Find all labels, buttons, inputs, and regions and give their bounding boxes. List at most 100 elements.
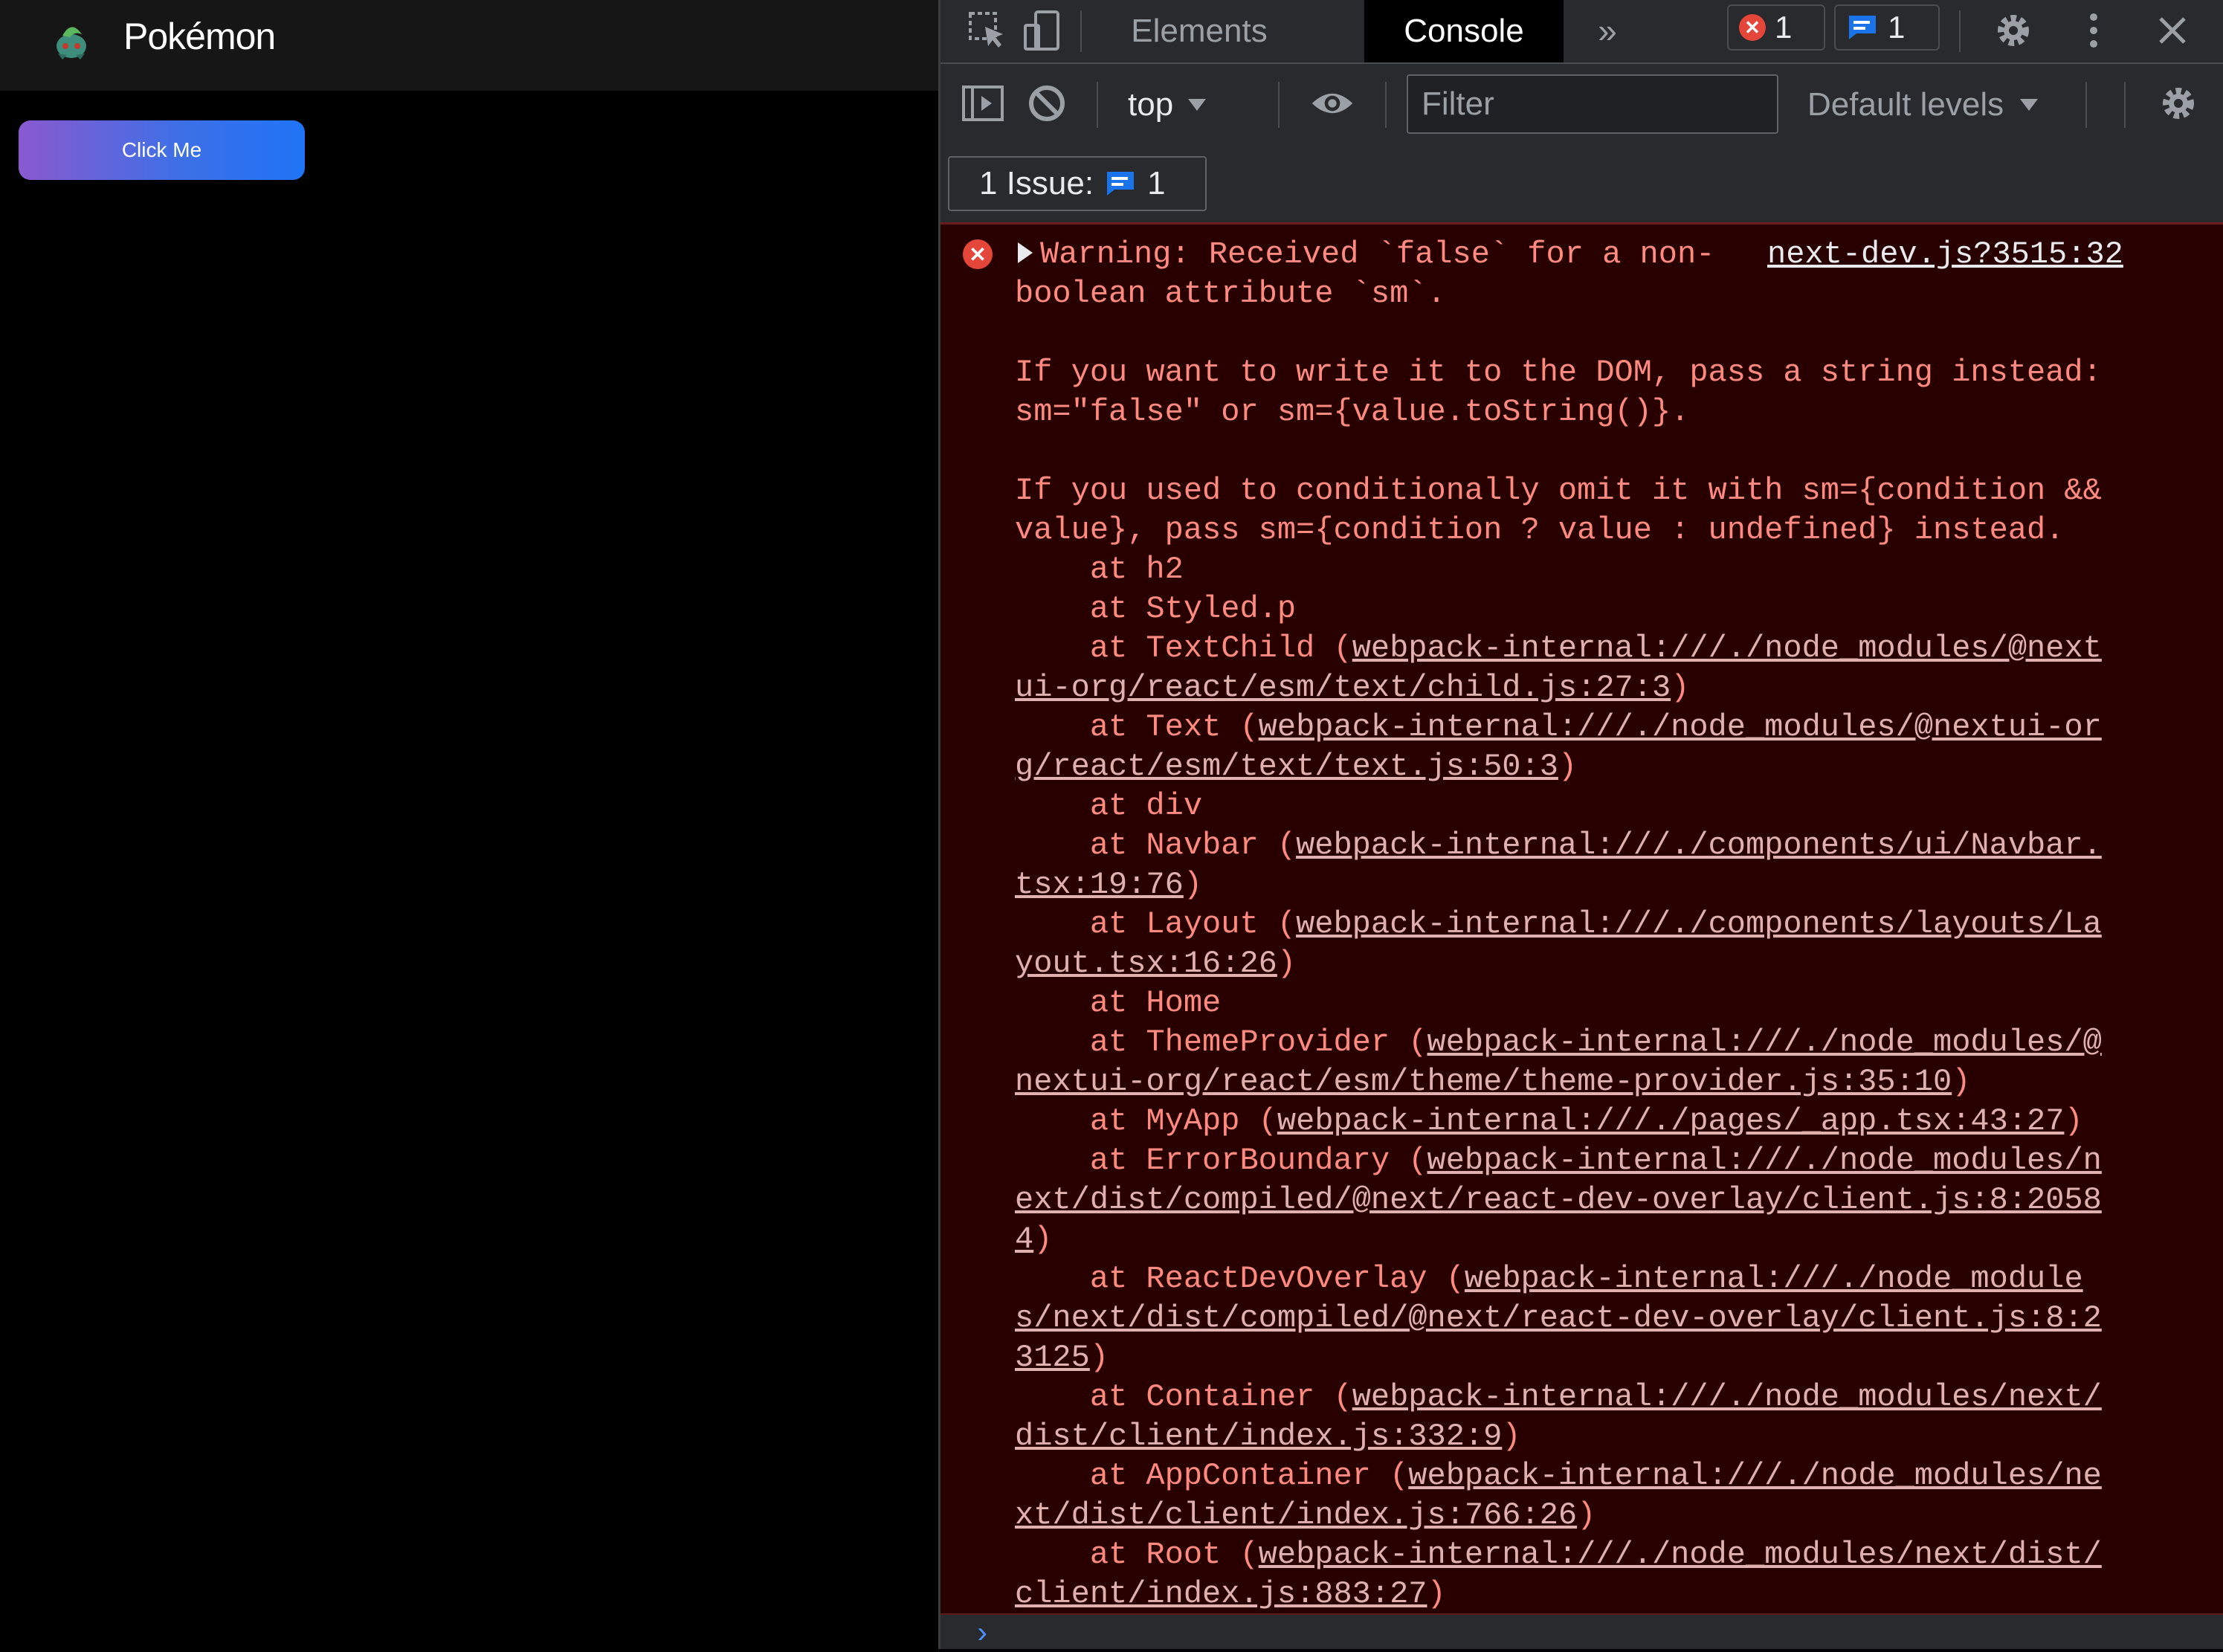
console-line: at h2 [1015, 550, 2190, 590]
toolbar-divider [1080, 10, 1082, 52]
message-count: 1 [1888, 10, 1906, 45]
brand-title[interactable]: Pokémon [123, 15, 276, 58]
console-text: at Text ( [1015, 709, 1259, 745]
issues-button[interactable]: 1 Issue: 1 [948, 156, 1207, 211]
console-line: ui-org/react/esm/text/child.js:27:3) [1015, 668, 2190, 708]
stack-trace-link[interactable]: nextui-org/react/esm/theme/theme-provide… [1015, 1064, 1952, 1100]
console-text: at div [1015, 788, 1203, 824]
console-text: at Container ( [1015, 1379, 1352, 1415]
stack-trace-link[interactable]: webpack-internal:///./node_modules/n [1427, 1143, 2102, 1178]
console-text: ) [1277, 946, 1297, 981]
console-line: 4) [1015, 1220, 2190, 1259]
error-count: 1 [1775, 10, 1793, 45]
console-text: at Styled.p [1015, 591, 1297, 627]
console-text: ) [1183, 867, 1203, 903]
stack-trace-link[interactable]: webpack-internal:///./node_modules/next/… [1259, 1537, 2102, 1572]
console-line: at Root (webpack-internal:///./node_modu… [1015, 1535, 2190, 1575]
stack-trace-link[interactable]: dist/client/index.js:332:9 [1015, 1419, 1502, 1454]
tab-console[interactable]: Console [1364, 0, 1564, 62]
device-toolbar-icon[interactable] [1019, 7, 1065, 54]
stack-trace-link[interactable]: yout.tsx:16:26 [1015, 946, 1277, 981]
stack-trace-link[interactable]: webpack-internal:///./components/ui/Navb… [1296, 827, 2102, 863]
console-line: ext/dist/compiled/@next/react-dev-overla… [1015, 1181, 2190, 1220]
more-tabs-icon[interactable]: » [1584, 7, 1630, 54]
error-count-badge[interactable]: ✕ 1 [1727, 4, 1825, 51]
stack-trace-link[interactable]: tsx:19:76 [1015, 867, 1184, 903]
console-line: at ThemeProvider (webpack-internal:///./… [1015, 1023, 2190, 1062]
click-me-button[interactable]: Click Me [19, 120, 305, 180]
stack-trace-link[interactable]: webpack-internal:///./node_modules/@next [1352, 630, 2102, 666]
console-line: s/next/dist/compiled/@next/react-dev-ove… [1015, 1299, 2190, 1338]
console-text: at MyApp ( [1015, 1103, 1277, 1139]
console-text: ) [1427, 1576, 1446, 1612]
page-viewport: Pokémon Click Me [0, 0, 938, 1649]
console-line: at Text (webpack-internal:///./node_modu… [1015, 708, 2190, 747]
pokemon-logo-icon[interactable] [48, 16, 95, 64]
stack-trace-link[interactable]: 4 [1015, 1222, 1033, 1257]
stack-trace-link[interactable]: webpack-internal:///./node_module [1465, 1261, 2083, 1297]
eye-icon[interactable] [1309, 80, 1355, 126]
error-icon: ✕ [1739, 14, 1766, 41]
clear-console-icon[interactable] [1024, 80, 1070, 126]
stack-trace-link[interactable]: xt/dist/client/index.js:766:26 [1015, 1497, 1577, 1533]
stack-trace-link[interactable]: webpack-internal:///./components/layouts… [1296, 906, 2102, 942]
console-text: ) [1952, 1064, 1971, 1100]
console-text: at Root ( [1015, 1537, 1259, 1572]
console-line: boolean attribute `sm`. [1015, 274, 2190, 314]
close-icon[interactable] [2149, 7, 2195, 54]
console-text: at AppContainer ( [1015, 1458, 1409, 1494]
console-toolbar: top Default levels [940, 64, 2223, 147]
gear-icon[interactable] [2155, 80, 2201, 126]
console-text: at Navbar ( [1015, 827, 1297, 863]
stack-trace-link[interactable]: client/index.js:883:27 [1015, 1576, 1427, 1612]
stack-trace-link[interactable]: 3125 [1015, 1340, 1090, 1375]
console-line: at TextChild (webpack-internal:///./node… [1015, 629, 2190, 668]
log-levels-label: Default levels [1807, 86, 2004, 123]
stack-trace-link[interactable]: webpack-internal:///./node_modules/@next… [1259, 709, 2102, 745]
console-text: boolean attribute `sm`. [1015, 276, 1446, 312]
issues-count: 1 [1147, 165, 1166, 201]
inspect-icon[interactable] [964, 7, 1010, 54]
stack-trace-link[interactable]: s/next/dist/compiled/@next/react-dev-ove… [1015, 1300, 2102, 1336]
console-line: at Container (webpack-internal:///./node… [1015, 1378, 2190, 1417]
prompt-chevron-icon: › [973, 1619, 992, 1652]
console-line: nextui-org/react/esm/theme/theme-provide… [1015, 1062, 2190, 1102]
sidebar-toggle-icon[interactable] [960, 80, 1006, 126]
toolbar-divider [2085, 82, 2087, 128]
message-icon [1849, 16, 1876, 39]
console-text: ) [1558, 749, 1578, 784]
toolbar-divider [1278, 82, 1280, 128]
stack-trace-link[interactable]: ext/dist/compiled/@next/react-dev-overla… [1015, 1182, 2102, 1218]
toolbar-divider [1385, 82, 1387, 128]
console-line: at Home [1015, 984, 2190, 1023]
devtools-tabbar: Elements Console » ✕ 1 1 [940, 0, 2223, 64]
context-label: top [1128, 86, 1174, 123]
kebab-menu-icon[interactable] [2071, 7, 2117, 54]
stack-trace-link[interactable]: ui-org/react/esm/text/child.js:27:3 [1015, 670, 1671, 706]
settings-icon[interactable] [1990, 7, 2036, 54]
console-text: at ReactDevOverlay ( [1015, 1261, 1465, 1297]
console-text: value}, pass sm={condition ? value : und… [1015, 512, 2065, 548]
log-levels-dropdown[interactable]: Default levels [1807, 82, 2039, 128]
console-line: If you want to write it to the DOM, pass… [1015, 353, 2190, 393]
tab-elements[interactable]: Elements [1131, 0, 1267, 62]
dropdown-icon [1188, 99, 1207, 111]
stack-trace-link[interactable]: webpack-internal:///./node_modules/@ [1427, 1025, 2102, 1060]
stack-trace-link[interactable]: g/react/esm/text/text.js:50:3 [1015, 749, 1558, 784]
console-prompt[interactable]: › [940, 1615, 2223, 1652]
stack-trace-link[interactable]: webpack-internal:///./node_modules/ne [1408, 1458, 2102, 1494]
console-text: at ErrorBoundary ( [1015, 1143, 1427, 1178]
filter-input[interactable] [1407, 74, 1778, 134]
stack-trace-link[interactable]: webpack-internal:///./node_modules/next/ [1352, 1379, 2102, 1415]
console-text: ) [1671, 670, 1690, 706]
console-line: at AppContainer (webpack-internal:///./n… [1015, 1456, 2190, 1496]
source-link[interactable]: next-dev.js?3515:32 [1767, 235, 2123, 274]
console-text: sm="false" or sm={value.toString()}. [1015, 394, 1690, 430]
context-selector[interactable]: top [1128, 82, 1207, 128]
stack-trace-link[interactable]: webpack-internal:///./pages/_app.tsx:43:… [1277, 1103, 2065, 1139]
dropdown-icon [2020, 99, 2039, 111]
error-icon: ✕ [963, 239, 993, 269]
message-count-badge[interactable]: 1 [1834, 4, 1940, 51]
console-output: ✕ Warning: Received `false` for a non-bo… [940, 225, 2223, 1615]
